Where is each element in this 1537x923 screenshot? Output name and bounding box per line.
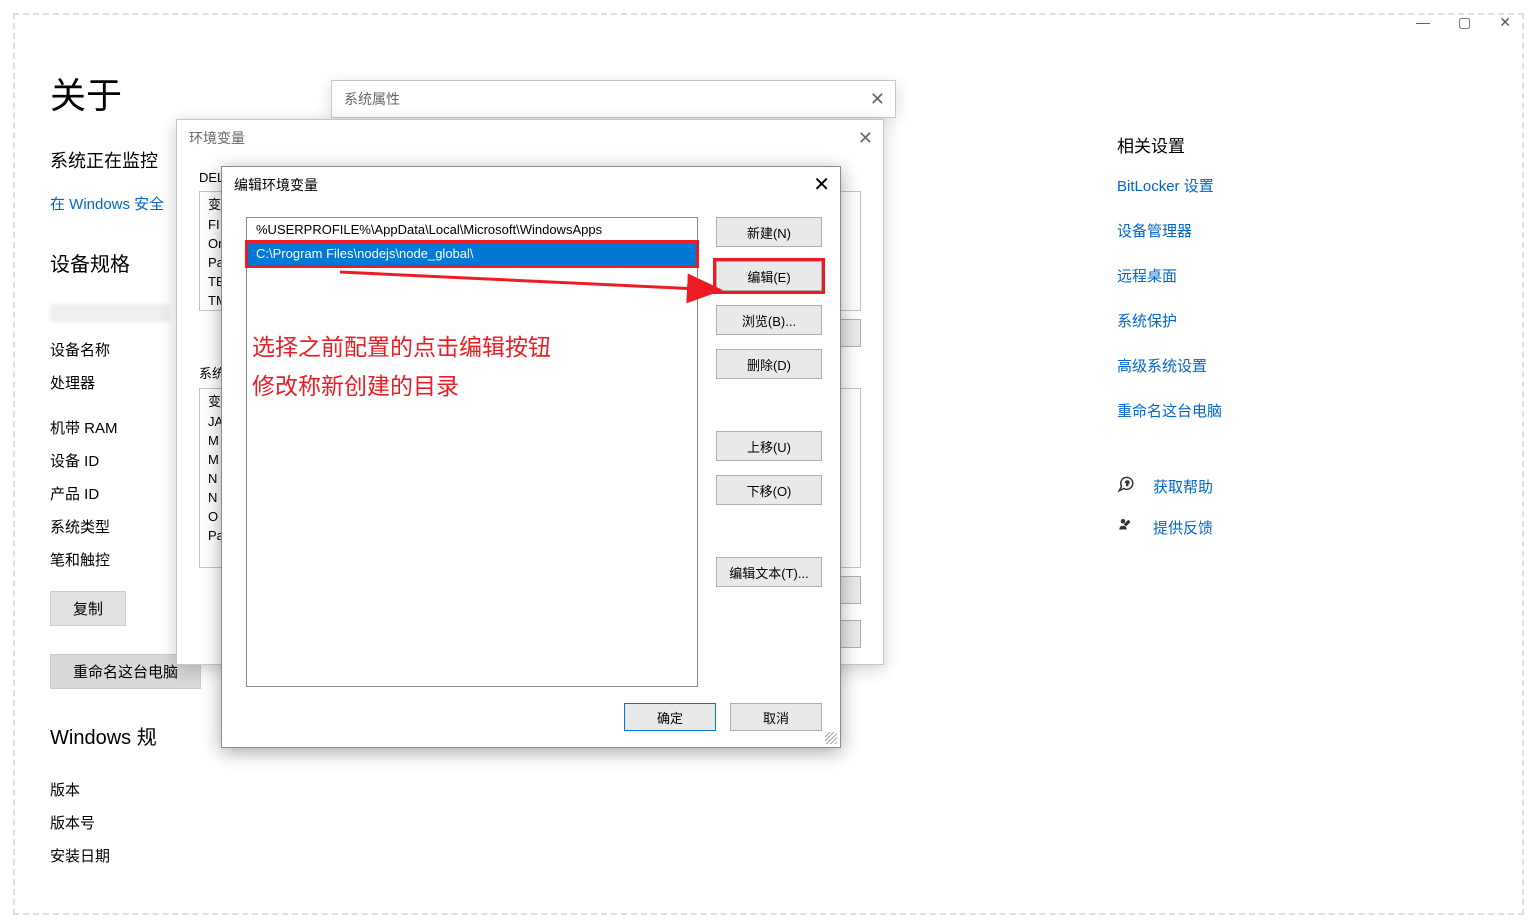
feedback-label: 提供反馈 — [1153, 517, 1213, 538]
svg-text:?: ? — [1125, 481, 1129, 488]
link-devmgr[interactable]: 设备管理器 — [1117, 220, 1417, 241]
edit-titlebar[interactable]: 编辑环境变量 ✕ — [222, 167, 840, 203]
edit-env-var-dialog: 编辑环境变量 ✕ %USERPROFILE%\AppData\Local\Mic… — [221, 166, 841, 748]
system-properties-dialog: 系统属性 ✕ — [331, 80, 896, 118]
env-titlebar[interactable]: 环境变量 ✕ — [177, 120, 883, 156]
sysprops-title: 系统属性 — [344, 91, 400, 107]
window-controls: — ▢ ✕ — [1416, 14, 1511, 31]
new-button[interactable]: 新建(N) — [716, 217, 822, 247]
edit-footer-buttons: 确定 取消 — [222, 703, 840, 747]
env-title: 环境变量 — [189, 130, 245, 146]
move-down-button[interactable]: 下移(O) — [716, 475, 822, 505]
browse-button[interactable]: 浏览(B)... — [716, 305, 822, 335]
minimize-icon[interactable]: — — [1416, 14, 1430, 31]
close-icon[interactable]: ✕ — [870, 81, 885, 117]
win-spec-list: 版本 版本号 安装日期 — [50, 774, 400, 873]
list-item-selected[interactable]: C:\Program Files\nodejs\node_global\ — [247, 242, 697, 266]
edit-text-button[interactable]: 编辑文本(T)... — [716, 557, 822, 587]
feedback-icon — [1117, 516, 1137, 539]
give-feedback-link[interactable]: 提供反馈 — [1117, 516, 1417, 539]
ok-button[interactable]: 确定 — [624, 703, 716, 731]
get-help-link[interactable]: ? 获取帮助 — [1117, 475, 1417, 498]
resize-grip-icon[interactable] — [825, 732, 837, 744]
path-listbox[interactable]: %USERPROFILE%\AppData\Local\Microsoft\Wi… — [246, 217, 698, 687]
close-icon[interactable]: ✕ — [858, 120, 873, 156]
maximize-icon[interactable]: ▢ — [1458, 14, 1471, 31]
help-label: 获取帮助 — [1153, 476, 1213, 497]
help-icon: ? — [1117, 475, 1137, 498]
edit-button[interactable]: 编辑(E) — [716, 261, 822, 291]
close-icon[interactable]: ✕ — [1499, 14, 1511, 31]
link-renamepc[interactable]: 重命名这台电脑 — [1117, 400, 1417, 421]
related-heading: 相关设置 — [1117, 132, 1417, 157]
link-advanced[interactable]: 高级系统设置 — [1117, 355, 1417, 376]
close-icon[interactable]: ✕ — [813, 167, 830, 203]
win-version: 版本 — [50, 774, 400, 807]
blurred-name — [50, 304, 170, 322]
link-bitlocker[interactable]: BitLocker 设置 — [1117, 175, 1417, 196]
copy-button[interactable]: 复制 — [50, 591, 126, 626]
sysprops-titlebar[interactable]: 系统属性 ✕ — [332, 81, 895, 117]
edit-title: 编辑环境变量 — [234, 177, 318, 193]
win-build: 版本号 — [50, 807, 400, 840]
win-install-date: 安装日期 — [50, 840, 400, 873]
edit-side-buttons: 新建(N) 编辑(E) 浏览(B)... 删除(D) 上移(U) 下移(O) 编… — [716, 217, 822, 687]
move-up-button[interactable]: 上移(U) — [716, 431, 822, 461]
link-sysprotect[interactable]: 系统保护 — [1117, 310, 1417, 331]
list-item[interactable]: %USERPROFILE%\AppData\Local\Microsoft\Wi… — [247, 218, 697, 242]
link-remote[interactable]: 远程桌面 — [1117, 265, 1417, 286]
cancel-button[interactable]: 取消 — [730, 703, 822, 731]
delete-button[interactable]: 删除(D) — [716, 349, 822, 379]
